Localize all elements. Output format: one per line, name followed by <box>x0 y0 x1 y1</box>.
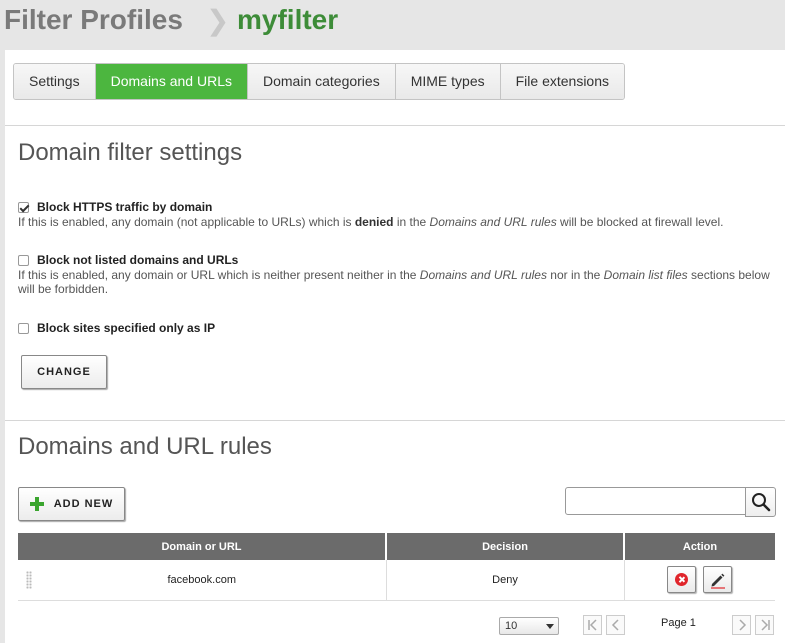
block-not-listed-label: Block not listed domains and URLs <box>37 253 239 267</box>
option-block-https: Block HTTPS traffic by domain If this is… <box>18 200 773 229</box>
divider <box>5 420 785 421</box>
tab-file-extensions[interactable]: File extensions <box>500 64 625 99</box>
block-ip-checkbox[interactable] <box>18 322 29 334</box>
search-icon <box>751 493 770 512</box>
prev-page-button[interactable] <box>606 615 625 635</box>
next-page-icon <box>738 619 746 631</box>
block-not-listed-checkbox[interactable] <box>18 254 29 266</box>
page-size-select[interactable]: 10 <box>499 617 559 635</box>
action-cell <box>624 560 775 601</box>
breadcrumb-current: myfilter <box>237 4 339 35</box>
add-new-button[interactable]: ADD NEW <box>18 487 125 521</box>
breadcrumb-root[interactable]: Filter Profiles <box>4 4 183 36</box>
search-input[interactable] <box>565 487 746 515</box>
domain-filter-title: Domain filter settings <box>18 139 243 166</box>
edit-button[interactable] <box>703 566 733 594</box>
drag-handle-icon[interactable] <box>26 571 32 589</box>
domain-value: facebook.com <box>167 573 236 586</box>
page-indicator: Page 1 <box>661 617 696 629</box>
delete-icon <box>675 573 689 587</box>
column-header-domain[interactable]: Domain or URL <box>18 533 387 560</box>
rules-title: Domains and URL rules <box>18 433 272 460</box>
last-page-button[interactable] <box>755 615 774 635</box>
last-page-icon <box>760 619 770 631</box>
tab-bar: Settings Domains and URLs Domain categor… <box>13 63 626 100</box>
block-https-label: Block HTTPS traffic by domain <box>37 200 213 214</box>
option-block-not-listed: Block not listed domains and URLs If thi… <box>18 253 773 296</box>
column-header-action: Action <box>624 533 775 560</box>
table-header-row: Domain or URL Decision Action <box>18 533 775 560</box>
add-new-label: ADD NEW <box>53 498 114 510</box>
first-page-button[interactable] <box>583 615 602 635</box>
block-https-checkbox[interactable] <box>18 201 29 213</box>
delete-button[interactable] <box>667 566 697 594</box>
divider <box>5 125 785 126</box>
content-panel: Settings Domains and URLs Domain categor… <box>5 50 785 643</box>
page-header: Filter Profiles ❯ myfilter <box>0 0 785 50</box>
option-block-ip: Block sites specified only as IP <box>18 321 215 335</box>
first-page-icon <box>587 619 597 631</box>
block-ip-label: Block sites specified only as IP <box>37 321 216 335</box>
rules-table: Domain or URL Decision Action facebook.c… <box>18 533 775 601</box>
caret-down-icon <box>546 624 554 629</box>
table-row[interactable]: facebook.com Deny <box>18 560 775 601</box>
prev-page-icon <box>611 619 619 631</box>
tab-domain-categories[interactable]: Domain categories <box>247 64 396 99</box>
search-button[interactable] <box>745 487 776 517</box>
edit-pencil-icon <box>710 573 725 589</box>
change-button[interactable]: CHANGE <box>21 355 107 389</box>
next-page-button[interactable] <box>732 615 751 635</box>
block-https-description: If this is enabled, any domain (not appl… <box>18 215 724 229</box>
tab-domains-and-urls[interactable]: Domains and URLs <box>95 64 248 99</box>
tab-mime-types[interactable]: MIME types <box>395 64 501 99</box>
tab-settings[interactable]: Settings <box>14 64 96 99</box>
column-header-decision[interactable]: Decision <box>386 533 625 560</box>
decision-cell: Deny <box>386 560 625 601</box>
domain-cell: facebook.com <box>18 560 387 601</box>
plus-icon <box>29 497 44 511</box>
page-size-value: 10 <box>505 620 518 632</box>
breadcrumb-separator-icon: ❯ <box>206 5 230 36</box>
block-not-listed-description: If this is enabled, any domain or URL wh… <box>18 268 770 296</box>
